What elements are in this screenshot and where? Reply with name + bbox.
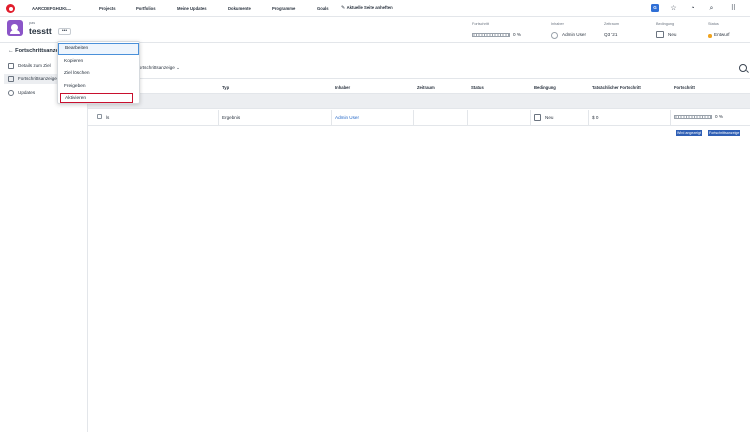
page-title: tesstt — [29, 26, 52, 36]
actions-dropdown-menu: Bearbeiten Kopieren Ziel löschen Freigeb… — [57, 41, 140, 104]
column-header[interactable]: Fortschritt — [674, 85, 695, 90]
document-icon — [8, 63, 14, 69]
pin-icon: ✎ — [341, 4, 346, 11]
star-icon[interactable]: ☆ — [669, 4, 678, 13]
condition-icon — [534, 114, 541, 121]
progress-icon — [8, 76, 14, 82]
header-progress-bar — [472, 33, 510, 37]
column-header[interactable]: Typ — [222, 85, 229, 90]
table-search-icon[interactable] — [739, 64, 747, 72]
owner-value[interactable]: Admin User — [562, 32, 586, 37]
row-name[interactable]: ls — [106, 115, 109, 120]
status-dot-icon — [708, 34, 712, 38]
row-condition[interactable]: Neu — [545, 115, 553, 120]
user-icon — [551, 31, 558, 39]
cell-divider — [218, 110, 219, 126]
sidebar-item-label: Fortschrittsanzeige — [18, 76, 57, 81]
more-actions-button[interactable]: ••• — [58, 28, 71, 35]
table-row[interactable]: ls Ergebnis Admin User Neu $ 0 0 % — [88, 110, 750, 126]
arrow-left-icon: ← — [8, 48, 14, 54]
condition-icon — [656, 31, 664, 38]
column-header[interactable]: Inhaber — [335, 85, 350, 90]
nav-dokumente[interactable]: Dokumente — [228, 6, 251, 11]
period-value[interactable]: Q3 '21 — [604, 32, 617, 37]
showing-chip: Wird angezeigt — [676, 130, 702, 136]
menu-item-copy[interactable]: Kopieren — [58, 56, 139, 68]
menu-item-share[interactable]: Freigeben — [58, 81, 139, 93]
cell-divider — [467, 110, 468, 126]
cell-divider — [670, 110, 671, 126]
app-logo-icon[interactable] — [6, 4, 15, 13]
group-row — [88, 94, 750, 109]
column-header[interactable]: Tatsächlicher Fortschritt — [592, 85, 641, 90]
row-progress-value: 0 % — [715, 114, 723, 119]
view-selector-label: Fortschrittsanzeige — [136, 65, 175, 70]
goal-header: pas tesstt ••• Fortschritt 0 % Inhaber A… — [0, 17, 750, 43]
status-label: Status — [708, 22, 719, 26]
history-icon[interactable]: ◔ — [688, 4, 697, 13]
sidebar-item-label: Details zum Ziel — [18, 63, 51, 68]
sidebar-item-label: Updates — [18, 90, 36, 95]
condition-label: Bedingung — [656, 22, 675, 26]
cell-divider — [331, 110, 332, 126]
menu-item-edit[interactable]: Bearbeiten — [58, 43, 139, 55]
row-checkbox[interactable] — [97, 114, 102, 119]
goal-avatar-icon — [7, 20, 23, 36]
nav-meine-updates[interactable]: Meine Updates — [177, 6, 207, 11]
cell-divider — [588, 110, 589, 126]
nav-portfolios[interactable]: Portfolios — [136, 6, 156, 11]
breadcrumb[interactable]: pas — [29, 21, 35, 25]
cell-divider — [413, 110, 414, 126]
menu-item-activate[interactable]: Aktivieren — [60, 93, 133, 103]
top-navigation: AARCDEFGHIJKL... Projects Portfolios Mei… — [0, 0, 750, 17]
column-header[interactable]: Zeitraum — [417, 85, 435, 90]
row-owner[interactable]: Admin User — [335, 115, 359, 120]
nav-goals[interactable]: Goals — [317, 6, 329, 11]
nav-programme[interactable]: Programme — [272, 6, 295, 11]
main-content: Fortschrittsanzeige ⌄ Typ Inhaber Zeitra… — [88, 44, 750, 432]
nav-projects[interactable]: Projects — [99, 6, 116, 11]
progress-label: Fortschritt — [472, 22, 489, 26]
chevron-down-icon: ⌄ — [176, 65, 180, 70]
pin-label: Aktuelle Seite anheften — [346, 4, 393, 10]
cell-divider — [530, 110, 531, 126]
row-progress-bar — [674, 115, 712, 119]
nav-app-name[interactable]: AARCDEFGHIJKL... — [32, 6, 71, 11]
view-selector[interactable]: Fortschrittsanzeige ⌄ — [136, 65, 180, 71]
column-header[interactable]: Bedingung — [534, 85, 556, 90]
owner-label: Inhaber — [551, 22, 564, 26]
column-header[interactable]: Status — [471, 85, 484, 90]
period-label: Zeitraum — [604, 22, 619, 26]
table-header: Typ Inhaber Zeitraum Status Bedingung Ta… — [88, 78, 750, 94]
chat-icon — [8, 90, 14, 96]
menu-item-delete-goal[interactable]: Ziel löschen — [58, 68, 139, 80]
header-progress-value: 0 % — [513, 32, 521, 37]
row-actual-progress[interactable]: $ 0 — [592, 115, 598, 120]
apps-grid-icon[interactable]: ⠿ — [729, 4, 738, 13]
status-value[interactable]: Entwurf — [714, 32, 730, 37]
search-icon[interactable]: ⌕ — [707, 4, 716, 13]
pin-page-button[interactable]: ✎ Aktuelle Seite anheften — [341, 5, 393, 11]
condition-value[interactable]: Neu — [668, 32, 676, 37]
row-type: Ergebnis — [222, 115, 241, 120]
workspace-badge[interactable]: G — [651, 4, 659, 12]
progress-view-chip: Fortschrittsanzeige — [708, 130, 741, 136]
